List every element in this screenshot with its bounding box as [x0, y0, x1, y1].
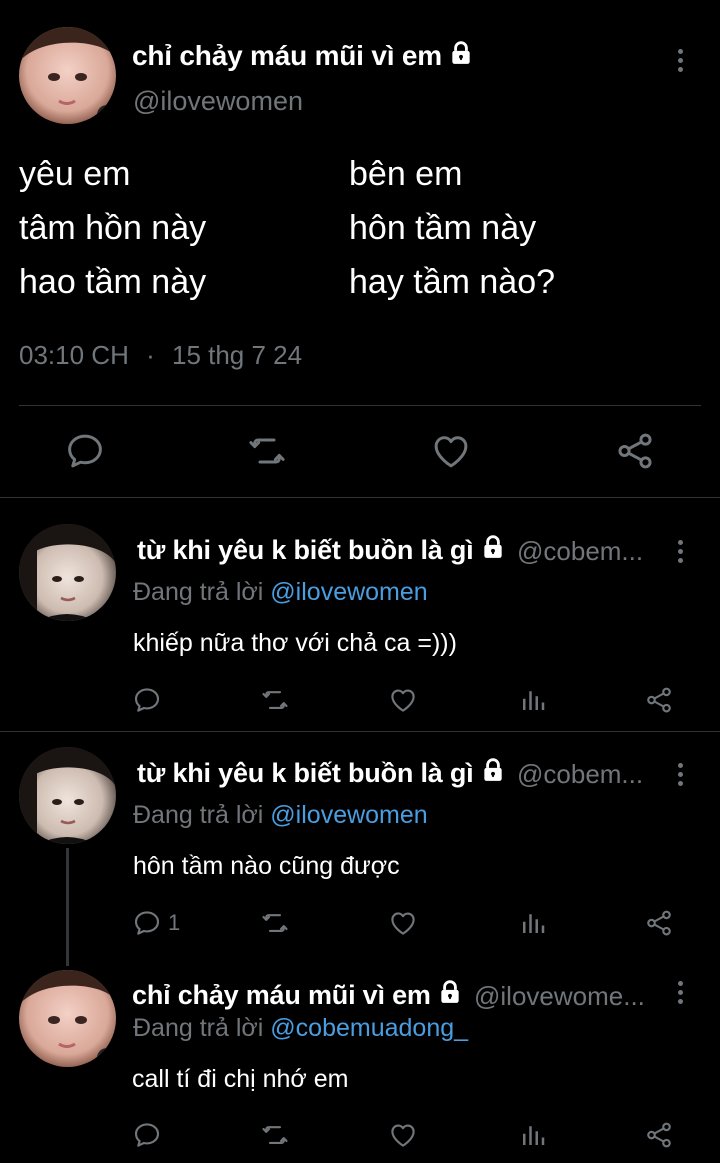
poem-line: bên em: [349, 155, 463, 193]
replying-to-link[interactable]: @ilovewomen: [270, 578, 427, 606]
more-icon[interactable]: [678, 540, 684, 567]
avatar-image: [19, 970, 116, 1067]
replying-prefix: Đang trả lời: [133, 1014, 264, 1042]
poem-line: yêu em: [19, 155, 131, 193]
author-name[interactable]: từ khi yêu k biết buồn là gì: [137, 757, 506, 789]
author-handle[interactable]: @ilovewomen: [133, 86, 303, 117]
separator-dot: ·: [146, 340, 155, 370]
views-icon[interactable]: [518, 1120, 548, 1150]
divider: [0, 497, 720, 498]
reply-button[interactable]: 1: [132, 908, 180, 938]
like-icon[interactable]: [430, 430, 472, 472]
poem-line: tâm hồn này: [19, 209, 207, 247]
poem-line: hay tầm nào?: [349, 263, 556, 301]
retweet-icon[interactable]: [260, 1120, 290, 1150]
reply-icon[interactable]: [132, 1120, 162, 1150]
reply-text: hôn tầm nào cũng được: [133, 852, 400, 880]
like-icon[interactable]: [388, 1120, 418, 1150]
more-icon[interactable]: [678, 49, 684, 76]
thread-connector: [66, 848, 69, 966]
author-name-text: từ khi yêu k biết buồn là gì: [137, 758, 474, 788]
avatar-image: [19, 27, 116, 124]
replying-prefix: Đang trả lời: [133, 578, 264, 606]
avatar[interactable]: [19, 970, 116, 1067]
lock-icon: [480, 534, 506, 560]
author-name[interactable]: từ khi yêu k biết buồn là gì: [137, 534, 506, 566]
poem-line: hao tầm này: [19, 263, 207, 301]
like-icon[interactable]: [388, 908, 418, 938]
like-icon[interactable]: [388, 685, 418, 715]
author-handle[interactable]: @cobem...: [517, 536, 643, 567]
author-name[interactable]: chỉ chảy máu mũi vì em: [132, 40, 474, 72]
share-icon[interactable]: [644, 908, 674, 938]
author-name[interactable]: chỉ chảy máu mũi vì em: [132, 979, 463, 1011]
avatar-image: [19, 747, 116, 844]
share-icon[interactable]: [644, 1120, 674, 1150]
replying-to-line: Đang trả lời @ilovewomen: [133, 578, 428, 607]
author-handle[interactable]: @cobem...: [517, 759, 643, 790]
replying-to-link[interactable]: @cobemuadong_: [270, 1014, 468, 1042]
author-name-text: chỉ chảy máu mũi vì em: [132, 980, 431, 1010]
share-icon[interactable]: [644, 685, 674, 715]
replying-to-line: Đang trả lời @cobemuadong_: [133, 1014, 468, 1043]
avatar[interactable]: [19, 524, 116, 621]
reply-icon[interactable]: [132, 685, 162, 715]
avatar[interactable]: [19, 27, 116, 124]
retweet-icon[interactable]: [260, 908, 290, 938]
replying-to-link[interactable]: @ilovewomen: [270, 801, 427, 829]
tweet-time: 03:10 CH: [19, 340, 129, 370]
divider: [0, 731, 720, 732]
tweet-timestamp[interactable]: 03:10 CH · 15 thg 7 24: [19, 340, 302, 371]
poem-right-column: bên em hôn tầm này hay tầm nào?: [349, 147, 555, 309]
lock-icon: [448, 40, 474, 66]
retweet-icon[interactable]: [260, 685, 290, 715]
views-icon[interactable]: [518, 908, 548, 938]
reply-text: khiếp nữa thơ với chả ca =))): [133, 629, 457, 657]
author-name-text: từ khi yêu k biết buồn là gì: [137, 535, 474, 565]
replying-prefix: Đang trả lời: [133, 801, 264, 829]
lock-icon: [480, 757, 506, 783]
poem-left-column: yêu em tâm hồn này hao tầm này: [19, 147, 206, 309]
retweet-icon[interactable]: [246, 430, 288, 472]
lock-icon: [437, 979, 463, 1005]
views-icon[interactable]: [518, 685, 548, 715]
share-icon[interactable]: [614, 430, 656, 472]
poem-line: hôn tầm này: [349, 209, 537, 247]
avatar-image: [19, 524, 116, 621]
reply-icon: [132, 908, 162, 938]
more-icon[interactable]: [678, 981, 684, 1008]
reply-text: call tí đi chị nhớ em: [132, 1065, 349, 1093]
author-name-text: chỉ chảy máu mũi vì em: [132, 40, 442, 71]
reply-count: 1: [168, 910, 181, 935]
replying-to-line: Đang trả lời @ilovewomen: [133, 801, 428, 830]
avatar[interactable]: [19, 747, 116, 844]
reply-icon[interactable]: [64, 430, 106, 472]
more-icon[interactable]: [678, 763, 684, 790]
tweet-date: 15 thg 7 24: [171, 340, 303, 370]
author-handle[interactable]: @ilovewome...: [474, 981, 645, 1012]
divider: [19, 405, 701, 406]
